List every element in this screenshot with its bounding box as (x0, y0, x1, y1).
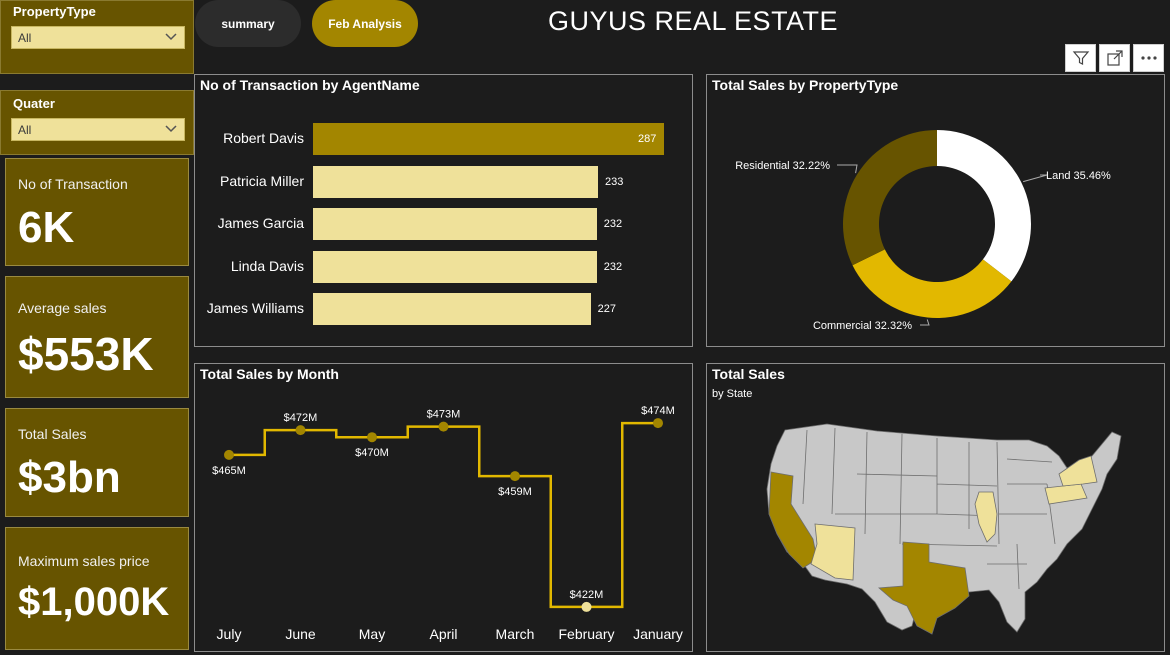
kpi-title: Average sales (18, 300, 107, 316)
more-options-button[interactable] (1133, 44, 1164, 72)
x-axis-label: February (558, 626, 614, 642)
focus-mode-icon (1106, 50, 1123, 66)
point-value-label: $474M (641, 405, 675, 417)
bar-category-label: Patricia Miller (219, 172, 304, 189)
line-point[interactable] (653, 418, 663, 429)
donut-label: Land 35.46% (1046, 170, 1111, 182)
bar[interactable] (313, 293, 591, 325)
state-sales-map: Total Sales by State (706, 363, 1165, 652)
quater-dropdown[interactable]: All (11, 118, 185, 141)
filter-icon (1072, 51, 1089, 65)
point-value-label: $465M (212, 465, 246, 477)
donut-slice[interactable] (937, 130, 1031, 282)
kpi-title: Maximum sales price (18, 553, 150, 569)
x-axis-label: April (429, 626, 457, 642)
summary-button[interactable]: summary (195, 0, 301, 47)
bar-row: James Williams 227 (195, 293, 690, 325)
line-point[interactable] (295, 425, 306, 436)
x-axis-label: June (285, 626, 316, 642)
donut-svg: Land 35.46% Commercial 32.32% Residential … (735, 130, 1111, 332)
point-value-label: $470M (355, 447, 389, 459)
donut-label: Residential 32.22% (735, 160, 830, 172)
state-new-york (1058, 455, 1098, 487)
chart-title: No of Transaction by AgentName (200, 77, 420, 93)
property-type-value: All (18, 31, 32, 45)
bar-category-label: James Williams (206, 300, 304, 316)
x-axis-label: January (633, 626, 683, 642)
property-type-dropdown[interactable]: All (11, 26, 185, 49)
line-point[interactable] (438, 421, 449, 432)
bar[interactable] (313, 123, 664, 155)
property-type-label: PropertyType (13, 4, 96, 19)
bar-value-label: 232 (603, 218, 623, 230)
sales-step-line (229, 421, 658, 609)
bar-category-label: James Garcia (217, 215, 304, 231)
kpi-card-average-sales: Average sales $553K (5, 276, 189, 398)
kpi-title: Total Sales (18, 426, 87, 442)
donut-leader-line (837, 164, 858, 174)
focus-mode-button[interactable] (1099, 44, 1130, 72)
line-point[interactable] (510, 471, 520, 482)
donut-leader-line (920, 319, 930, 326)
bar-value-label: 233 (604, 175, 624, 188)
line-point[interactable] (367, 432, 377, 443)
quater-value: All (18, 123, 32, 137)
bar-row: James Garcia 232 (195, 208, 690, 240)
quater-label: Quater (13, 96, 55, 111)
more-options-icon (1140, 56, 1157, 60)
kpi-value: $1,000K (18, 580, 170, 624)
bar-row: Linda Davis 232 (195, 250, 690, 283)
line-point[interactable] (224, 449, 234, 460)
usa-map[interactable] (707, 364, 1164, 651)
kpi-value: $3bn (18, 453, 121, 502)
bar-row: Robert Davis 287 (195, 123, 690, 155)
monthly-sales-chart: Total Sales by Month $465M July $472M June $… (194, 363, 693, 652)
line-point[interactable] (581, 601, 592, 612)
donut-leader-line (1023, 174, 1048, 183)
property-type-donut-chart: Total Sales by PropertyType Land 35.46% C… (706, 74, 1165, 347)
x-axis-label: May (359, 626, 385, 642)
feb-analysis-button[interactable]: Feb Analysis (312, 0, 418, 47)
agent-transactions-chart: No of Transaction by AgentName Robert Da… (194, 74, 693, 347)
quater-slicer: Quater All (0, 90, 194, 155)
filter-button[interactable] (1065, 44, 1096, 72)
x-axis-label: March (496, 626, 535, 642)
point-value-label: $472M (284, 412, 318, 424)
point-value-label: $422M (570, 589, 604, 601)
x-axis-label: July (217, 626, 242, 642)
point-value-label: $459M (498, 486, 532, 498)
bar-category-label: Linda Davis (230, 257, 304, 274)
page-title: GUYUS REAL ESTATE (548, 6, 839, 36)
kpi-card-max-sales-price: Maximum sales price $1,000K (5, 527, 189, 650)
bar[interactable] (313, 208, 597, 240)
donut-slice[interactable] (843, 130, 937, 266)
chevron-down-icon (165, 33, 177, 41)
line-svg: $465M July $472M June $470M May $473M April $459… (212, 405, 683, 642)
bar-value-label: 232 (603, 260, 623, 273)
donut-label: Commercial 32.32% (813, 320, 912, 332)
kpi-value: 6K (18, 203, 75, 252)
point-value-label: $473M (427, 409, 461, 421)
bar[interactable] (313, 250, 597, 283)
kpi-card-transactions: No of Transaction 6K (5, 158, 189, 266)
bar-value-label: 227 (597, 303, 616, 315)
property-type-slicer: PropertyType All (0, 0, 194, 74)
chevron-down-icon (165, 125, 177, 133)
bar[interactable] (313, 165, 598, 198)
kpi-card-total-sales: Total Sales $3bn (5, 408, 189, 517)
kpi-value: $553K (18, 328, 154, 380)
bar-value-label: 287 (638, 133, 657, 145)
kpi-title: No of Transaction (18, 176, 128, 192)
bar-row: Patricia Miller 233 (195, 165, 690, 198)
bar-category-label: Robert Davis (223, 130, 304, 146)
